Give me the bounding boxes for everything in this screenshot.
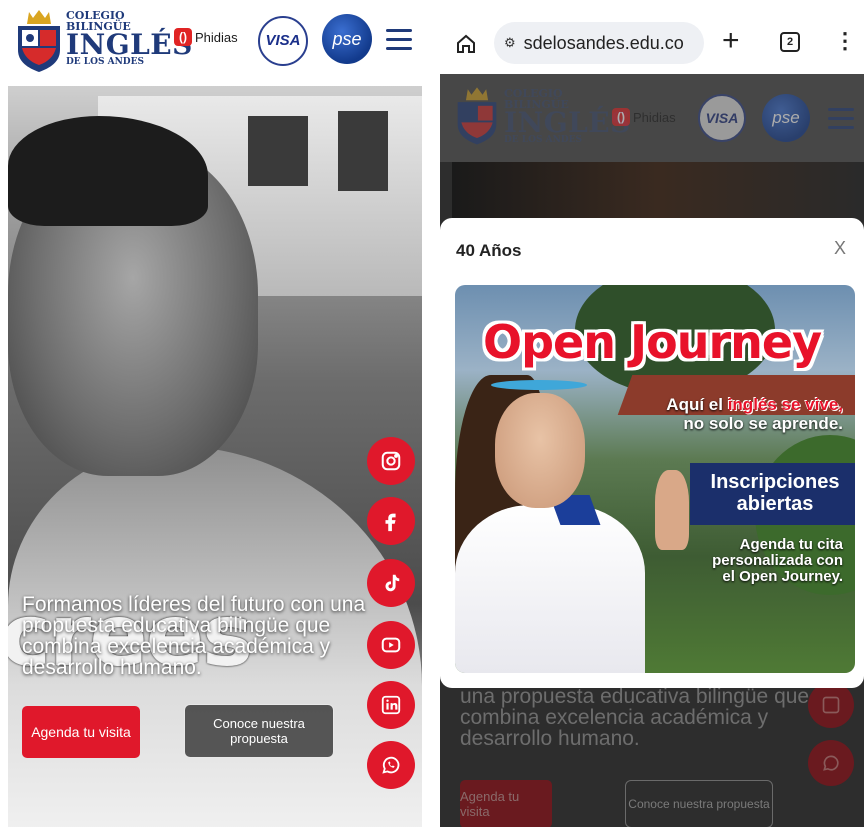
dimmed-hamburger-icon: [828, 108, 854, 130]
dimmed-pse-button: pse: [762, 94, 810, 142]
pse-payment-button[interactable]: pse: [322, 14, 372, 64]
youtube-icon: [381, 637, 401, 653]
promo-student-face: [495, 393, 585, 508]
site-settings-icon[interactable]: ⚙: [504, 35, 516, 51]
facebook-icon: [385, 513, 396, 532]
phidias-link[interactable]: () Phidias: [174, 28, 238, 46]
dimmed-school-crest-logo: [457, 87, 497, 145]
address-bar[interactable]: ⚙ sdelosandes.edu.co: [494, 22, 704, 64]
new-tab-button[interactable]: +: [722, 24, 740, 58]
linkedin-button[interactable]: [367, 681, 415, 729]
dimmed-site-header: COLEGIO BILINGÜE INGLÉS DE LOS ANDES () …: [440, 74, 864, 162]
promo-headline: Open Journey: [483, 315, 822, 369]
dimmed-schedule-visit-button: Agenda tu visita: [460, 780, 552, 827]
right-phone-screen: ⚙ sdelosandes.edu.co + 2 ⋮ COLEGIO BILIN…: [440, 0, 864, 827]
browser-menu-icon[interactable]: ⋮: [834, 28, 856, 54]
linkedin-icon: [822, 696, 840, 714]
address-bar-url: sdelosandes.edu.co: [523, 32, 684, 53]
facebook-button[interactable]: [367, 497, 415, 545]
home-icon[interactable]: [454, 32, 478, 56]
phidias-logo-icon: (): [174, 28, 192, 46]
modal-title: 40 Años: [456, 241, 522, 260]
dimmed-hero-image: [452, 162, 864, 222]
modal-close-button[interactable]: X: [834, 238, 846, 259]
promo-subtitle: Aquí el inglés se vive, no solo se apren…: [666, 395, 843, 433]
phidias-label: Phidias: [195, 29, 238, 45]
dimmed-our-proposal-button: Conoce nuestra propuesta: [625, 780, 773, 827]
whatsapp-button[interactable]: [367, 741, 415, 789]
screenshot-root: COLEGIO BILINGÜE INGLÉS DE LOS ANDES () …: [0, 0, 864, 827]
dimmed-hero-tagline: una propuesta educativa bilingüe que com…: [460, 685, 810, 750]
linkedin-icon: [381, 695, 401, 715]
promo-modal: 40 Años X Open Journey Aquí el inglés se…: [440, 218, 864, 688]
youtube-button[interactable]: [367, 621, 415, 669]
schedule-visit-button[interactable]: Agenda tu visita: [22, 706, 140, 758]
visa-payment-button[interactable]: VISA: [258, 16, 308, 66]
promo-pointing-hand: [655, 470, 689, 550]
browser-toolbar: ⚙ sdelosandes.edu.co + 2 ⋮: [440, 0, 864, 74]
tab-switcher-button[interactable]: 2: [780, 32, 800, 52]
promo-cta-text: Agenda tu cita personalizada con el Open…: [712, 536, 843, 585]
whatsapp-icon: [382, 756, 400, 774]
tiktok-button[interactable]: [367, 559, 415, 607]
tiktok-icon: [385, 574, 400, 592]
our-proposal-button[interactable]: Conoce nuestra propuesta: [184, 704, 334, 758]
phidias-logo-icon: (): [612, 108, 630, 126]
dimmed-phidias-link: () Phidias: [612, 108, 676, 126]
dimmed-linkedin-button: [808, 682, 854, 728]
open-journey-promo-image[interactable]: Open Journey Aquí el inglés se vive, no …: [455, 285, 855, 673]
instagram-button[interactable]: [367, 437, 415, 485]
dimmed-whatsapp-button: [808, 740, 854, 786]
hero-tagline: Formamos líderes del futuro con una prop…: [22, 593, 366, 679]
whatsapp-icon: [823, 755, 839, 771]
left-phone-screen: COLEGIO BILINGÜE INGLÉS DE LOS ANDES () …: [0, 0, 428, 827]
enrollment-open-badge: Inscripciones abiertas: [690, 463, 855, 525]
school-crest-logo[interactable]: [14, 8, 64, 72]
site-header: COLEGIO BILINGÜE INGLÉS DE LOS ANDES () …: [0, 0, 428, 82]
hamburger-menu-icon[interactable]: [386, 29, 412, 51]
dimmed-visa-button: VISA: [698, 94, 746, 142]
instagram-icon: [381, 451, 401, 471]
